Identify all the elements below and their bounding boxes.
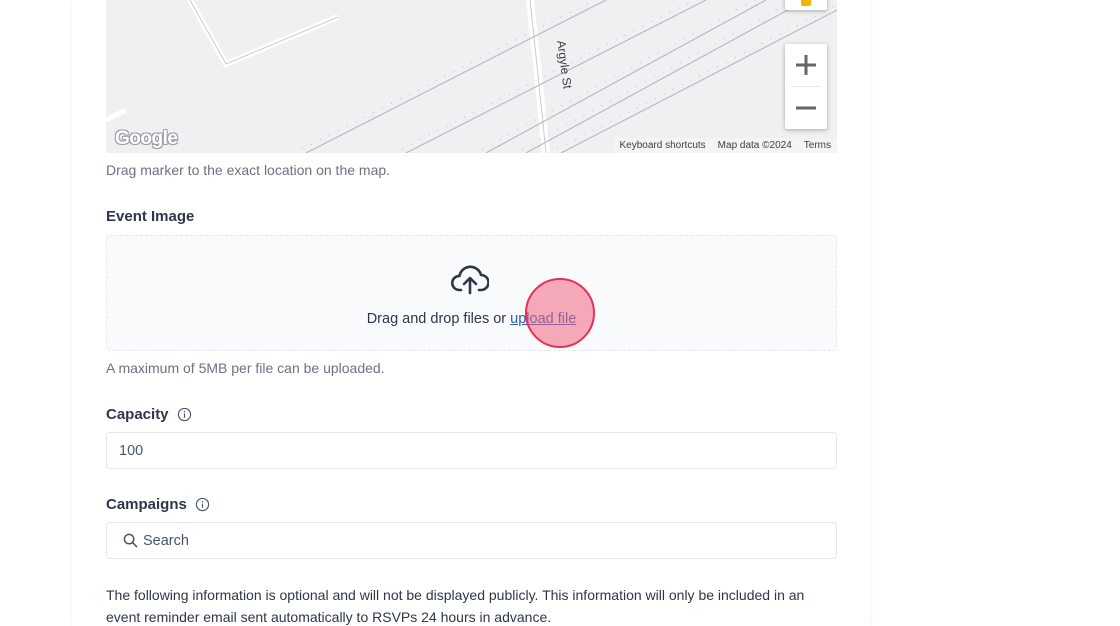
google-logo: Google <box>115 128 178 149</box>
terms-link[interactable]: Terms <box>798 138 837 153</box>
map-data-attribution: Map data ©2024 <box>717 140 792 151</box>
keyboard-shortcuts-link[interactable]: Keyboard shortcuts <box>614 138 712 153</box>
location-map[interactable]: Argyle St Google Keyboard shortcuts Map … <box>106 0 837 153</box>
campaigns-search-placeholder: Search <box>143 532 189 549</box>
info-icon[interactable] <box>177 407 192 422</box>
zoom-in-button[interactable] <box>785 44 827 86</box>
cloud-upload-icon <box>451 265 489 295</box>
capacity-input[interactable]: 100 <box>106 432 837 469</box>
drop-instructions: Drag and drop files or upload file <box>107 311 836 327</box>
street-view-pegman[interactable] <box>785 0 827 10</box>
plus-icon <box>796 55 816 75</box>
street-label: Argyle St <box>554 39 575 90</box>
campaigns-search-input[interactable]: Search <box>106 522 837 559</box>
map-footer: Keyboard shortcuts Map data ©2024 Terms <box>613 138 837 153</box>
campaigns-label: Campaigns <box>106 496 210 513</box>
optional-info-note: The following information is optional an… <box>106 587 805 625</box>
image-dropzone[interactable]: Drag and drop files or upload file <box>106 235 837 351</box>
drop-text: Drag and drop files or <box>366 311 507 327</box>
campaigns-label-text: Campaigns <box>106 496 187 513</box>
image-helper-text: A maximum of 5MB per file can be uploade… <box>106 360 385 376</box>
capacity-label-text: Capacity <box>106 406 169 423</box>
capacity-value: 100 <box>119 442 144 459</box>
capacity-label: Capacity <box>106 406 192 423</box>
upload-file-link[interactable]: upload file <box>510 311 576 327</box>
zoom-control <box>785 44 827 129</box>
map-roads: Argyle St <box>106 0 837 153</box>
search-icon <box>123 533 138 548</box>
minus-icon <box>796 106 816 110</box>
map-helper-text: Drag marker to the exact location on the… <box>106 162 391 178</box>
page-background <box>0 0 72 626</box>
info-icon[interactable] <box>195 497 210 512</box>
zoom-out-button[interactable] <box>785 87 827 129</box>
event-image-label: Event Image <box>106 208 194 225</box>
event-image-label-text: Event Image <box>106 208 195 225</box>
